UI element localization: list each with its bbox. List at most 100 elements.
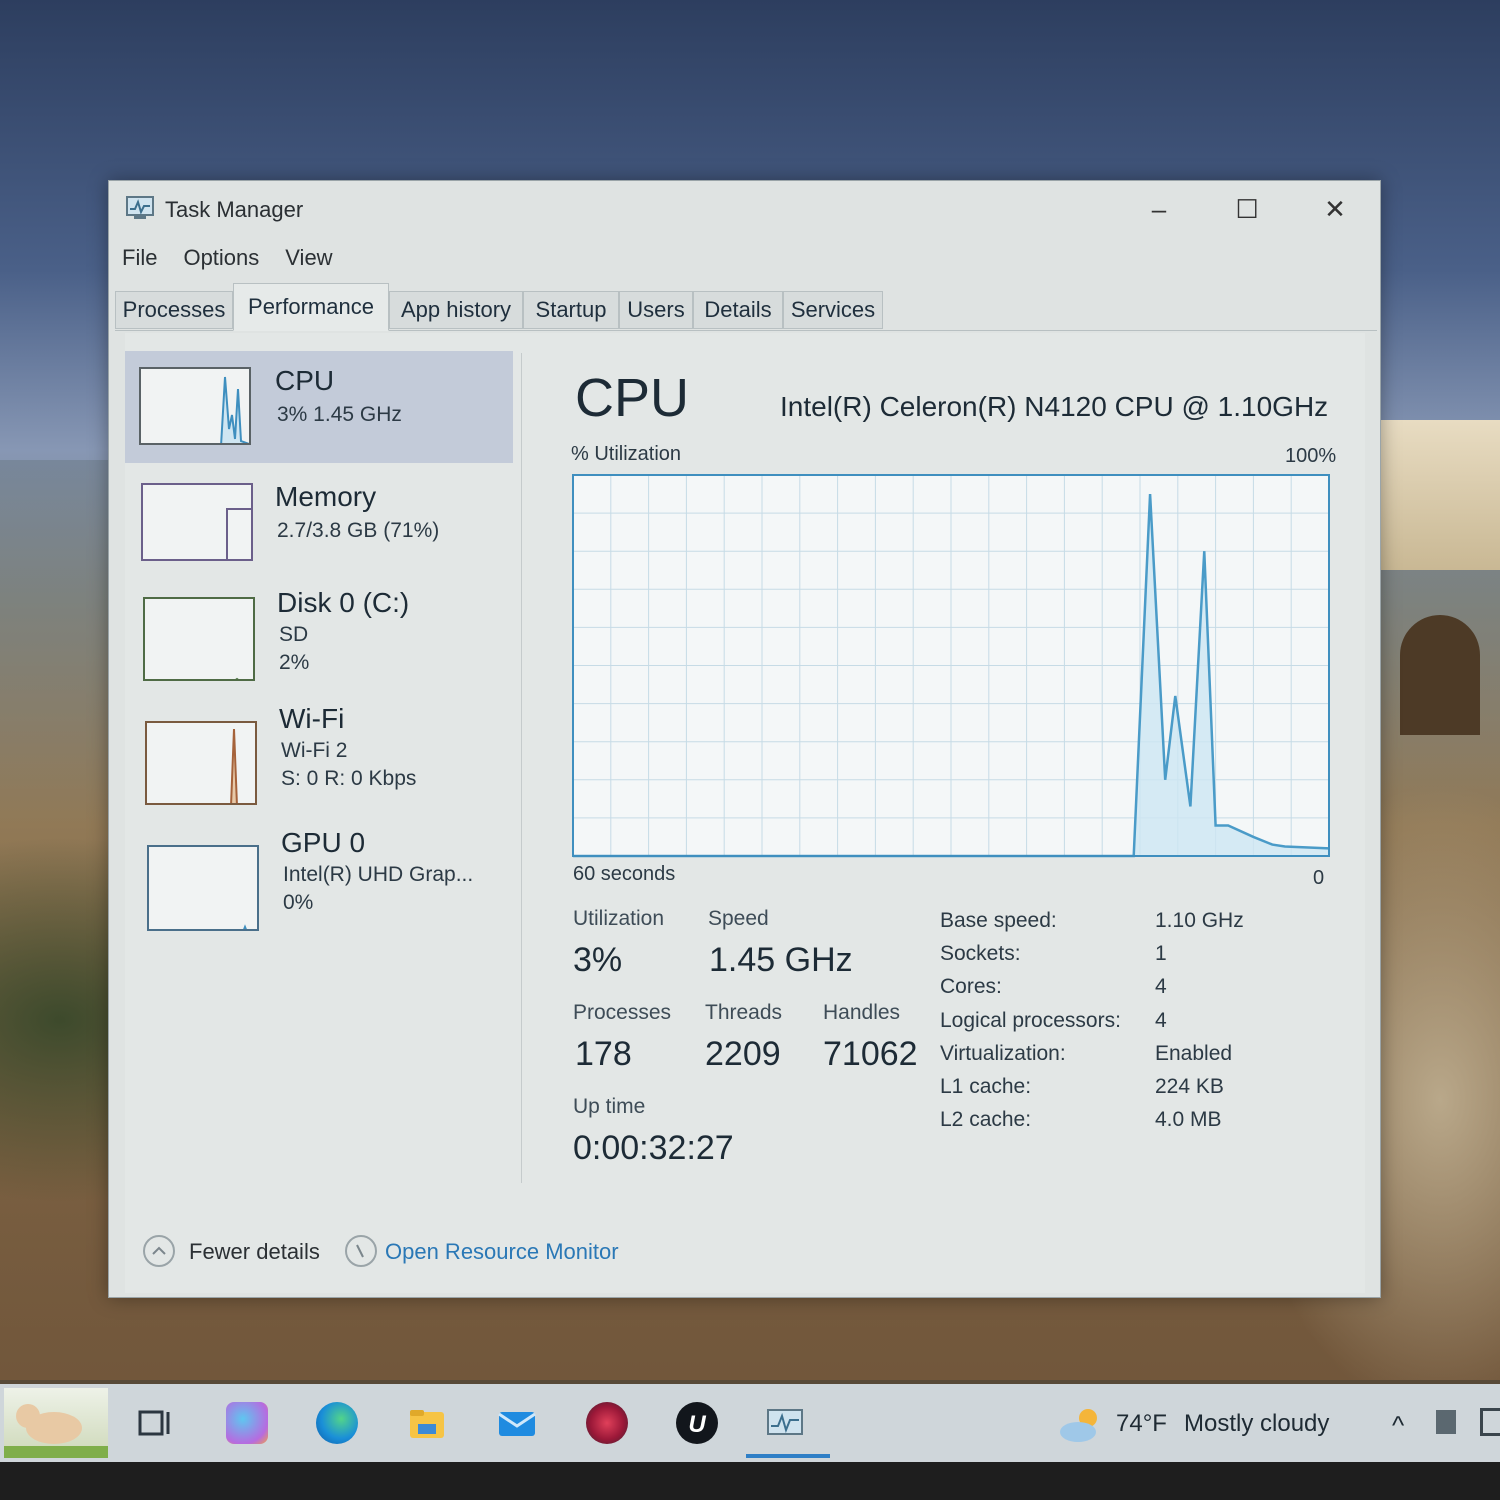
- task-manager-taskbar-icon[interactable]: [764, 1402, 806, 1444]
- disk-thumbnail-graph: [143, 597, 255, 681]
- threads-label: Threads: [705, 1001, 783, 1024]
- u-app-icon[interactable]: U: [676, 1402, 718, 1444]
- weather-cloudy-icon[interactable]: [1056, 1406, 1104, 1444]
- tab-performance[interactable]: Performance: [233, 283, 389, 331]
- graph-y-max: 100%: [1285, 445, 1337, 467]
- sidebar-item-wifi[interactable]: Wi-Fi Wi-Fi 2 S: 0 R: 0 Kbps: [125, 699, 513, 811]
- wallpaper-buildings: [1370, 420, 1500, 570]
- sidebar-disk-type: SD: [279, 623, 309, 646]
- handles-label: Handles: [823, 1001, 901, 1024]
- sidebar-item-cpu[interactable]: CPU 3% 1.45 GHz: [125, 351, 513, 463]
- screen-bezel: [0, 1462, 1500, 1500]
- weather-temperature[interactable]: 74°F: [1116, 1410, 1167, 1438]
- sidebar-gpu-usage: 0%: [283, 891, 314, 914]
- gpu-thumbnail-graph: [147, 845, 259, 931]
- menu-view[interactable]: View: [272, 239, 345, 279]
- spec-label-l1-cache: L1 cache:: [940, 1075, 1032, 1098]
- task-manager-icon: [126, 196, 154, 219]
- graph-x-min: 0: [1313, 867, 1325, 889]
- file-explorer-icon[interactable]: [406, 1402, 448, 1444]
- sidebar-wifi-throughput: S: 0 R: 0 Kbps: [281, 767, 417, 790]
- svg-text:U: U: [688, 1411, 706, 1438]
- widget-cat-icon[interactable]: [4, 1388, 108, 1458]
- menu-bar: File Options View: [109, 239, 346, 279]
- task-view-icon[interactable]: [134, 1402, 176, 1444]
- tab-app-history[interactable]: App history: [389, 291, 523, 329]
- tray-app-icon[interactable]: [1436, 1410, 1456, 1434]
- cpu-thumbnail-graph: [139, 367, 251, 445]
- spec-label-l2-cache: L2 cache:: [940, 1108, 1032, 1131]
- spec-value-l2-cache: 4.0 MB: [1155, 1108, 1222, 1131]
- processes-value: 178: [575, 1035, 632, 1073]
- mail-icon[interactable]: [496, 1402, 538, 1444]
- show-hidden-icons-chevron[interactable]: ^: [1392, 1410, 1404, 1441]
- sidebar-memory-title: Memory: [275, 481, 377, 512]
- sidebar-gpu-model: Intel(R) UHD Grap...: [283, 863, 474, 886]
- spec-value-base-speed: 1.10 GHz: [1155, 909, 1244, 932]
- sidebar-gpu-title: GPU 0: [281, 827, 366, 858]
- utilization-value: 3%: [573, 941, 623, 979]
- taskbar: U 74°F Mostly cloudy ^: [0, 1384, 1500, 1462]
- resource-monitor-icon[interactable]: [345, 1235, 377, 1267]
- sidebar-cpu-title: CPU: [275, 365, 335, 396]
- wallpaper-bridge-arch: [1400, 615, 1480, 735]
- title-bar[interactable]: Task Manager – ☐ ✕: [109, 181, 1380, 237]
- handles-value: 71062: [823, 1035, 918, 1073]
- menu-options[interactable]: Options: [170, 239, 272, 279]
- threads-value: 2209: [705, 1035, 781, 1073]
- sidebar-wifi-title: Wi-Fi: [279, 703, 345, 734]
- graph-y-label: % Utilization: [571, 443, 682, 465]
- menu-file[interactable]: File: [109, 239, 170, 279]
- sidebar-disk-usage: 2%: [279, 651, 310, 674]
- tab-processes[interactable]: Processes: [115, 291, 233, 329]
- app-flower-icon[interactable]: [586, 1402, 628, 1444]
- tab-startup[interactable]: Startup: [523, 291, 619, 329]
- spec-label-logical-processors: Logical processors:: [940, 1009, 1121, 1032]
- uptime-label: Up time: [573, 1095, 646, 1118]
- chevron-up-icon[interactable]: [143, 1235, 175, 1267]
- spec-value-l1-cache: 224 KB: [1155, 1075, 1224, 1098]
- spec-label-base-speed: Base speed:: [940, 909, 1057, 932]
- sidebar-disk-title: Disk 0 (C:): [277, 587, 410, 618]
- spec-label-sockets: Sockets:: [940, 942, 1021, 965]
- uptime-value: 0:00:32:27: [573, 1129, 734, 1167]
- weather-condition[interactable]: Mostly cloudy: [1184, 1410, 1329, 1438]
- cpu-model-name: Intel(R) Celeron(R) N4120 CPU @ 1.10GHz: [780, 391, 1329, 422]
- sidebar-item-gpu[interactable]: GPU 0 Intel(R) UHD Grap... 0%: [125, 823, 513, 935]
- tab-users[interactable]: Users: [619, 291, 693, 329]
- memory-thumbnail-graph: [141, 483, 253, 561]
- spec-value-cores: 4: [1155, 975, 1167, 998]
- minimize-button[interactable]: –: [1131, 189, 1187, 229]
- sidebar-item-memory[interactable]: Memory 2.7/3.8 GB (71%): [125, 463, 513, 575]
- spec-value-logical-processors: 4: [1155, 1009, 1167, 1032]
- open-resource-monitor-link[interactable]: Open Resource Monitor: [385, 1239, 619, 1265]
- tray-partial-icon[interactable]: [1480, 1408, 1500, 1436]
- cpu-utilization-graph: [572, 474, 1330, 858]
- tab-services[interactable]: Services: [783, 291, 883, 329]
- fewer-details-link[interactable]: Fewer details: [189, 1239, 320, 1265]
- task-manager-window: Task Manager – ☐ ✕ File Options View Pro…: [108, 180, 1381, 1298]
- wifi-thumbnail-graph: [145, 721, 257, 805]
- tab-strip: Processes Performance App history Startu…: [115, 281, 1377, 331]
- spec-value-virtualization: Enabled: [1155, 1042, 1233, 1065]
- copilot-icon[interactable]: [226, 1402, 268, 1444]
- close-button[interactable]: ✕: [1307, 189, 1363, 229]
- graph-x-label: 60 seconds: [573, 863, 676, 885]
- spec-label-virtualization: Virtualization:: [940, 1042, 1066, 1065]
- performance-panel: CPU 3% 1.45 GHz Memory 2.7/3.8 GB (71%) …: [125, 333, 1365, 1293]
- window-title: Task Manager: [165, 197, 304, 222]
- spec-label-cores: Cores:: [940, 975, 1002, 998]
- utilization-label: Utilization: [573, 907, 665, 930]
- spec-value-sockets: 1: [1155, 942, 1167, 965]
- sidebar-item-disk[interactable]: Disk 0 (C:) SD 2%: [125, 573, 513, 685]
- sidebar-divider: [521, 353, 522, 1183]
- active-app-indicator: [746, 1454, 830, 1458]
- maximize-button[interactable]: ☐: [1219, 189, 1275, 229]
- tab-details[interactable]: Details: [693, 291, 783, 329]
- sidebar-memory-usage: 2.7/3.8 GB (71%): [277, 519, 440, 542]
- footer-bar: Fewer details Open Resource Monitor: [125, 1227, 825, 1275]
- edge-icon[interactable]: [316, 1402, 358, 1444]
- speed-label: Speed: [708, 907, 769, 930]
- sidebar-wifi-adapter: Wi-Fi 2: [281, 739, 348, 762]
- processes-label: Processes: [573, 1001, 672, 1024]
